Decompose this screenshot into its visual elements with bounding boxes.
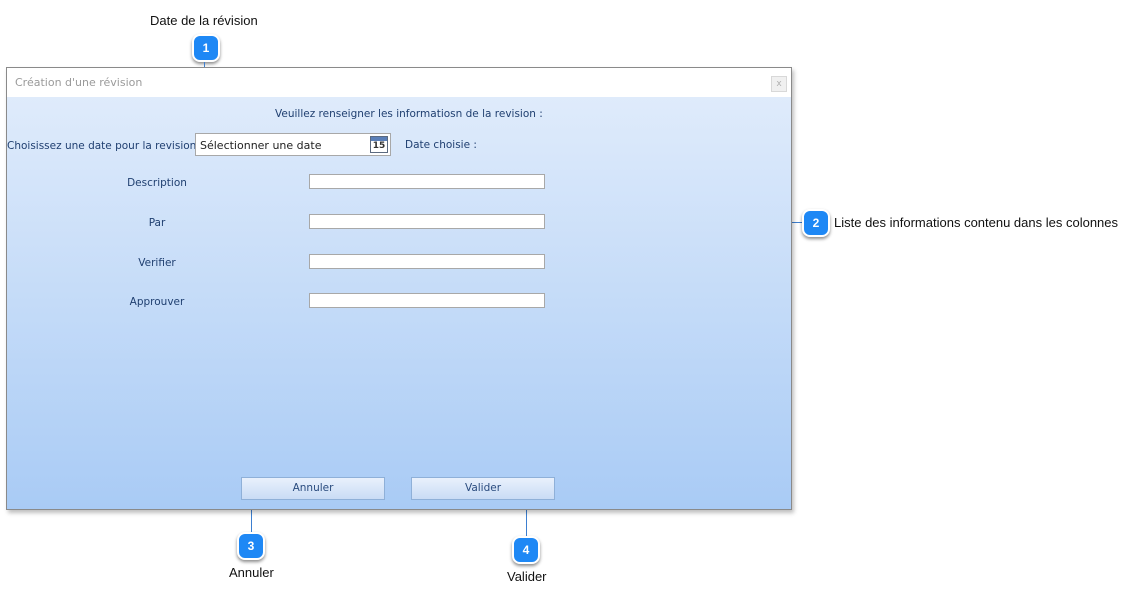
callout-4-badge: 4 bbox=[512, 536, 540, 564]
chosen-date-label: Date choisie : bbox=[405, 139, 477, 151]
calendar-icon[interactable]: 15 bbox=[370, 136, 388, 153]
description-input[interactable] bbox=[309, 174, 545, 189]
dialog-titlebar: Création d'une révision x bbox=[7, 68, 791, 97]
close-button[interactable]: x bbox=[771, 76, 787, 92]
approuver-input[interactable] bbox=[309, 293, 545, 308]
verifier-label: Verifier bbox=[138, 257, 176, 269]
validate-button[interactable]: Valider bbox=[411, 477, 555, 500]
dialog-client-area: Veuillez renseigner les informatiosn de … bbox=[7, 97, 791, 509]
date-picker-text: Sélectionner une date bbox=[200, 139, 322, 152]
date-picker[interactable]: Sélectionner une date 15 bbox=[195, 133, 391, 156]
approuver-label: Approuver bbox=[129, 296, 185, 308]
callout-2-badge: 2 bbox=[802, 209, 830, 237]
callout-4-text: Valider bbox=[507, 569, 547, 584]
callout-2-text: Liste des informations contenu dans les … bbox=[834, 215, 1119, 230]
date-prompt-label: Choisissez une date pour la revision : bbox=[7, 140, 204, 152]
dialog-title: Création d'une révision bbox=[15, 76, 143, 89]
close-icon: x bbox=[776, 79, 782, 89]
par-label: Par bbox=[148, 217, 166, 229]
revision-dialog: Création d'une révision x Veuillez rense… bbox=[6, 67, 792, 510]
callout-3-text: Annuler bbox=[229, 565, 274, 580]
calendar-day: 15 bbox=[372, 141, 386, 151]
verifier-input[interactable] bbox=[309, 254, 545, 269]
description-label: Description bbox=[127, 177, 187, 189]
instruction-text: Veuillez renseigner les informatiosn de … bbox=[275, 108, 543, 120]
callout-1-badge: 1 bbox=[192, 34, 220, 62]
cancel-button[interactable]: Annuler bbox=[241, 477, 385, 500]
par-input[interactable] bbox=[309, 214, 545, 229]
callout-1-text: Date de la révision bbox=[150, 13, 258, 28]
callout-3-badge: 3 bbox=[237, 532, 265, 560]
